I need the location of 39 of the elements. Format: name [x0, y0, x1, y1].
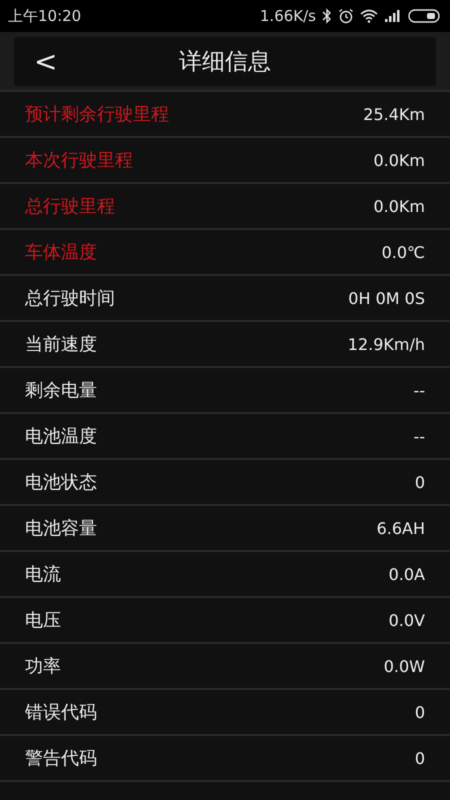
bluetooth-icon: [322, 8, 332, 24]
row-label: 预计剩余行驶里程: [25, 103, 169, 126]
row-value: --: [413, 380, 425, 400]
row-label: 电流: [25, 563, 61, 586]
row-value: 0.0℃: [382, 242, 425, 262]
row-value: 0: [414, 702, 425, 722]
row-value: 0H 0M 0S: [348, 288, 425, 308]
row-label: 总行驶里程: [25, 195, 115, 218]
row-label: 本次行驶里程: [25, 149, 133, 172]
row-label: 电池容量: [25, 517, 97, 540]
status-time: 上午10:20: [8, 6, 82, 26]
row-label: 电压: [25, 609, 61, 632]
row-label: 当前速度: [25, 333, 97, 356]
row-label: 电池温度: [25, 425, 97, 448]
alarm-icon: [338, 8, 354, 24]
battery-icon: [408, 9, 440, 23]
row-value: 0.0Km: [373, 150, 425, 170]
row-value: --: [413, 426, 425, 446]
row-label: 总行驶时间: [25, 287, 115, 310]
row-value: 6.6AH: [376, 518, 425, 538]
row-value: 12.9Km/h: [348, 334, 425, 354]
back-button[interactable]: <: [20, 48, 72, 76]
row-value: 0: [414, 472, 425, 492]
row-value: 0.0W: [384, 656, 425, 676]
row-label: 剩余电量: [25, 379, 97, 402]
row-value: 0.0V: [388, 610, 425, 630]
network-speed: 1.66K/s: [260, 7, 316, 25]
page-title: 详细信息: [179, 48, 271, 77]
row-label: 电池状态: [25, 471, 97, 494]
row-label: 功率: [25, 655, 61, 678]
row-value: 25.4Km: [363, 104, 425, 124]
row-value: 0: [414, 748, 425, 768]
row-label: 错误代码: [25, 701, 97, 724]
row-value: 0.0Km: [373, 196, 425, 216]
row-value: 0.0A: [388, 564, 425, 584]
wifi-icon: [360, 9, 378, 23]
signal-icon: [384, 9, 402, 23]
row-label: 车体温度: [25, 241, 97, 264]
row-label: 警告代码: [25, 747, 97, 770]
